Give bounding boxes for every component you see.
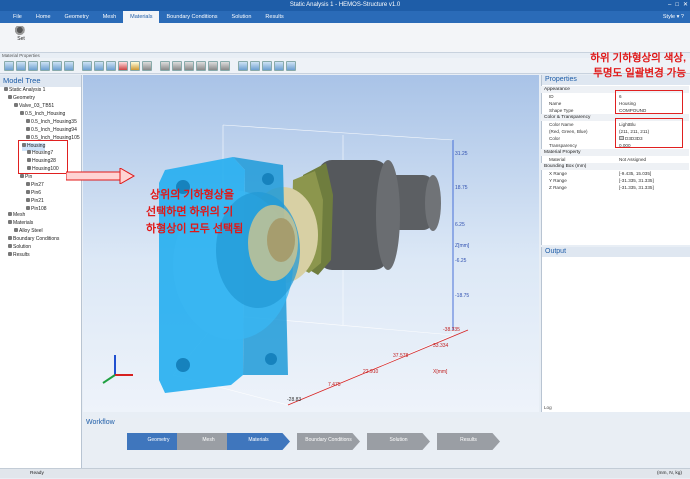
3d-viewport[interactable]: 31.25 18.75 6.25 Z[mm] -6.25 -18.75 -38.…	[83, 75, 539, 412]
tree-item-materials[interactable]: Materials	[8, 220, 33, 228]
axis-label-z5: -18.75	[455, 293, 469, 299]
zoom-window-icon[interactable]	[172, 60, 182, 71]
workflow-step-boundary-conditions[interactable]: Boundary Conditions	[297, 433, 360, 450]
axis-label-x3: 37.578	[393, 353, 409, 359]
fit-all-icon[interactable]	[160, 60, 170, 71]
tree-item-pin108[interactable]: Pin108	[26, 206, 47, 214]
tree-item-boundary-conditions[interactable]: Boundary Conditions	[8, 236, 59, 244]
output-title: Output	[542, 247, 690, 257]
tree-item-analysis[interactable]: Static Analysis 1	[4, 87, 45, 95]
workflow-step-solution[interactable]: Solution	[367, 433, 430, 450]
axis-label-x-title: X[mm]	[433, 369, 448, 375]
menu-materials[interactable]: Materials	[123, 11, 160, 23]
axis-label-z-title: Z[mm]	[455, 243, 470, 249]
axis-label-z2: 18.75	[455, 185, 468, 191]
axis-label-x4: 22.910	[363, 369, 379, 375]
axis-label-x5: 7.475	[328, 382, 341, 388]
rotate-icon[interactable]	[208, 60, 218, 71]
set-button[interactable]: Set	[10, 26, 32, 48]
axis-label-z1: 31.25	[455, 151, 468, 157]
prop-row-y-range[interactable]: Y Range [-31.335, 31.335]	[541, 177, 689, 184]
tree-item-mesh[interactable]: Mesh	[8, 212, 25, 220]
window-controls: – □ ✕	[668, 0, 688, 11]
view-front-icon[interactable]	[16, 60, 26, 71]
model-tree-title: Model Tree	[0, 75, 81, 87]
menu-solution[interactable]: Solution	[225, 11, 259, 23]
annotation-arrow	[66, 168, 136, 184]
window-title: Static Analysis 1 - HEMOS-Structure v1.0	[289, 2, 401, 8]
axis-label-x1: -38.335	[443, 327, 460, 333]
prop-row-material[interactable]: Material Not Assigned	[541, 156, 689, 163]
view-back-icon[interactable]	[28, 60, 38, 71]
menu-bar: File Home Geometry Mesh Materials Bounda…	[0, 11, 690, 23]
tree-item-alloy-steel[interactable]: Alloy Steel	[14, 228, 43, 236]
shaded-icon[interactable]	[94, 60, 104, 71]
set-label: Set	[17, 36, 25, 42]
annotation-top-right: 하위 기하형상의 색상, 투명도 일괄변경 가능	[590, 52, 686, 79]
view-iso-icon[interactable]	[4, 60, 14, 71]
minimize-icon[interactable]: –	[668, 0, 671, 11]
viewport-canvas[interactable]: 31.25 18.75 6.25 Z[mm] -6.25 -18.75 -38.…	[83, 75, 539, 412]
tree-item-valve[interactable]: Valve_03_TB51	[14, 103, 54, 111]
triad-y-axis	[102, 374, 116, 384]
tree-item-housing35[interactable]: 0.5_Inch_Housing35	[26, 119, 77, 127]
view-left-icon[interactable]	[40, 60, 50, 71]
highlight-box-color	[615, 118, 683, 148]
axis-label-z3: 6.25	[455, 222, 465, 228]
status-bar: Ready (mm, N, kg)	[0, 468, 690, 478]
close-icon[interactable]: ✕	[683, 0, 688, 11]
wireframe-icon[interactable]	[82, 60, 92, 71]
selection-highlight-box	[18, 140, 68, 174]
workflow-step-results[interactable]: Results	[437, 433, 500, 450]
highlight-box-appearance	[615, 90, 683, 114]
tree-item-pin27[interactable]: Pin27	[26, 182, 44, 190]
menu-home[interactable]: Home	[29, 11, 58, 23]
ribbon	[0, 23, 690, 53]
workflow-title: Workflow	[83, 418, 690, 428]
prop-row-x-range[interactable]: X Range [-9.435, 15.035]	[541, 170, 689, 177]
menu-results[interactable]: Results	[258, 11, 290, 23]
pan-icon[interactable]	[196, 60, 206, 71]
tree-item-pin21[interactable]: Pin21	[26, 198, 44, 206]
shaded-edges-icon[interactable]	[106, 60, 116, 71]
title-bar: Static Analysis 1 - HEMOS-Structure v1.0	[0, 0, 690, 11]
maximize-icon[interactable]: □	[675, 0, 679, 11]
menu-mesh[interactable]: Mesh	[96, 11, 123, 23]
menu-file[interactable]: File	[6, 11, 29, 23]
output-panel: Output	[541, 247, 690, 412]
menu-geometry[interactable]: Geometry	[58, 11, 96, 23]
prop-row-z-range[interactable]: Z Range [-31.335, 31.335]	[541, 184, 689, 191]
workflow-step-materials[interactable]: Materials	[227, 433, 290, 450]
hide-icon[interactable]	[220, 60, 230, 71]
axis-label-z4: -6.25	[455, 258, 467, 264]
axis-label-origin: -28.83	[287, 397, 301, 403]
measure-icon[interactable]	[274, 60, 284, 71]
select-solid-icon[interactable]	[118, 60, 128, 71]
tree-item-results[interactable]: Results	[8, 252, 30, 260]
tree-item-housing94[interactable]: 0.5_Inch_Housing94	[26, 127, 77, 135]
log-tab[interactable]: Log	[544, 405, 552, 410]
menu-boundary-conditions[interactable]: Boundary Conditions	[159, 11, 224, 23]
zoom-icon[interactable]	[184, 60, 194, 71]
select-edge-icon[interactable]	[142, 60, 152, 71]
annotation-center-text: 상위의 기하형상을 선택하면 하위의 기 하형상이 모두 선택됨	[146, 189, 244, 235]
tree-item-geometry[interactable]: Geometry	[8, 95, 35, 103]
tree-item-pin[interactable]: Pin	[20, 174, 32, 182]
view-right-icon[interactable]	[52, 60, 62, 71]
grid-icon[interactable]	[250, 60, 260, 71]
set-icon	[15, 26, 27, 36]
section-bounding-box[interactable]: Bounding Box (mm)	[541, 163, 689, 170]
style-menu[interactable]: Style ▾ ?	[663, 11, 684, 23]
axis-icon[interactable]	[238, 60, 248, 71]
section-material-property[interactable]: Material Property	[541, 149, 689, 156]
tree-item-housing-group[interactable]: 0.5_Inch_Housing	[20, 111, 65, 119]
tree-item-pin6[interactable]: Pin6	[26, 190, 41, 198]
select-face-icon[interactable]	[130, 60, 140, 71]
axis-label-x2: 33.334	[433, 343, 449, 349]
tree-item-solution[interactable]: Solution	[8, 244, 31, 252]
section-icon[interactable]	[262, 60, 272, 71]
screenshot-icon[interactable]	[286, 60, 296, 71]
view-top-icon[interactable]	[64, 60, 74, 71]
